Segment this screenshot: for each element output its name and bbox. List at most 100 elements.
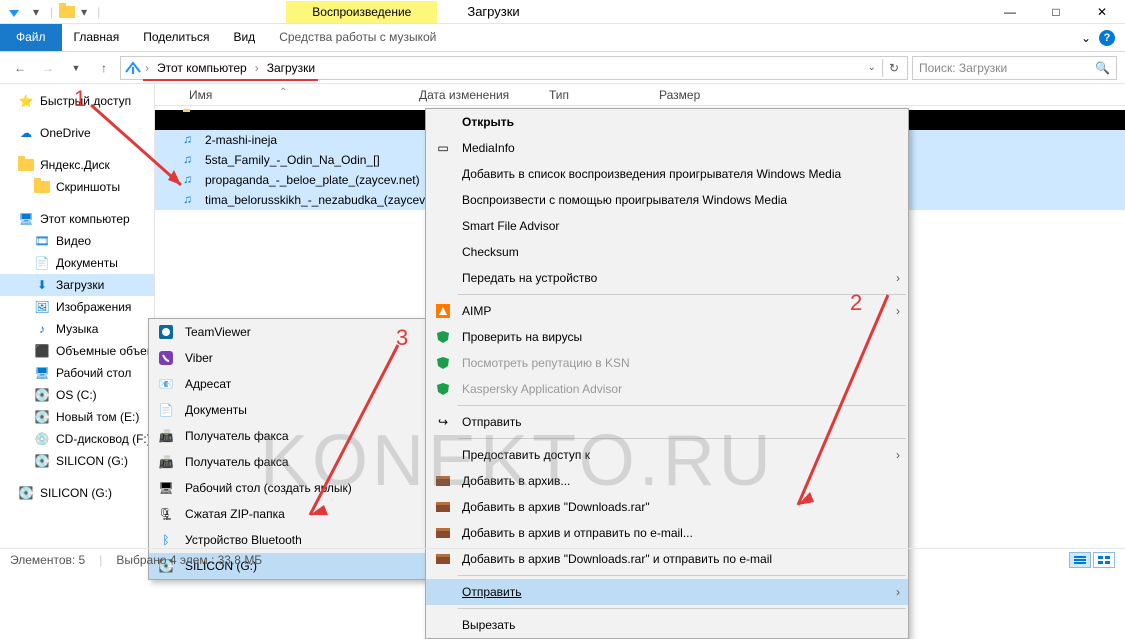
status-bar: Элементов: 5 | Выбрано 4 элем.: 33,8 МБ [0, 548, 1125, 570]
bluetooth-icon: ᛒ [157, 531, 175, 549]
annotation-3: 3 [396, 325, 408, 351]
sendto-zip[interactable]: 🗜Сжатая ZIP-папка [149, 501, 427, 527]
star-icon: ⭐ [18, 93, 34, 109]
annotation-underline [143, 79, 318, 81]
nav-music[interactable]: ♪Музыка [0, 318, 154, 340]
help-icon[interactable]: ? [1099, 30, 1115, 46]
nav-drive-e[interactable]: 💽Новый том (E:) [0, 406, 154, 428]
ctx-send-to[interactable]: Отправить› [426, 579, 908, 605]
tab-share[interactable]: Поделиться [131, 24, 221, 51]
nav-this-pc[interactable]: 🖥Этот компьютер [0, 208, 154, 230]
nav-cdrom[interactable]: 💿CD-дисковод (F:) [0, 428, 154, 450]
nav-downloads[interactable]: ⬇Загрузки [0, 274, 154, 296]
kaspersky-shield-icon [434, 380, 452, 398]
document-icon: 📄 [157, 401, 175, 419]
annotation-2: 2 [850, 290, 862, 316]
sendto-submenu: TeamViewer Viber 📧Адресат 📄Документы 📠По… [148, 318, 428, 580]
ctx-wmp-add[interactable]: Добавить в список воспроизведения проигр… [426, 161, 908, 187]
nav-yandex-disk[interactable]: Яндекс.Диск [0, 154, 154, 176]
up-button[interactable]: ↑ [92, 56, 116, 80]
submenu-arrow-icon: › [896, 271, 900, 285]
close-button[interactable]: ✕ [1079, 0, 1125, 24]
refresh-icon[interactable]: ↻ [889, 61, 899, 75]
audio-file-icon: ♫ [183, 152, 199, 168]
ribbon-collapse-icon[interactable]: ⌄ [1081, 31, 1091, 45]
forward-button[interactable]: → [36, 56, 60, 80]
qat-down-arrow-icon[interactable] [6, 4, 22, 20]
sendto-viber[interactable]: Viber [149, 345, 427, 371]
nav-screenshots[interactable]: Скриншоты [0, 176, 154, 198]
music-icon: ♪ [34, 321, 50, 337]
nav-drive-c[interactable]: 💽OS (C:) [0, 384, 154, 406]
recent-dropdown-icon[interactable]: ▼ [64, 56, 88, 80]
column-header-type[interactable]: Тип [539, 88, 649, 102]
nav-drive-g-root[interactable]: 💽SILICON (G:) [0, 482, 154, 504]
search-icon[interactable]: 🔍 [1095, 61, 1110, 75]
ctx-cut[interactable]: Вырезать [426, 612, 908, 638]
sendto-recipient[interactable]: 📧Адресат [149, 371, 427, 397]
maximize-button[interactable]: □ [1033, 0, 1079, 24]
breadcrumb-bar[interactable]: › Этот компьютер › Загрузки ⌄ ↻ [120, 56, 908, 80]
qat-folder-icon[interactable] [59, 4, 75, 20]
view-details-button[interactable] [1069, 552, 1091, 568]
breadcrumb-thispc[interactable]: Этот компьютер [153, 59, 251, 77]
minimize-button[interactable]: — [987, 0, 1033, 24]
ctx-aimp[interactable]: AIMP› [426, 298, 908, 324]
ctx-checksum[interactable]: Checksum [426, 239, 908, 265]
sendto-fax-1[interactable]: 📠Получатель факса [149, 423, 427, 449]
breadcrumb-sep-icon: › [145, 61, 149, 75]
back-button[interactable]: ← [8, 56, 32, 80]
nav-videos[interactable]: 🎞Видео [0, 230, 154, 252]
breadcrumb-downloads[interactable]: Загрузки [263, 59, 319, 77]
breadcrumb-sep-icon: › [255, 61, 259, 75]
nav-desktop[interactable]: 🖥Рабочий стол [0, 362, 154, 384]
ctx-smart-file-advisor[interactable]: Smart File Advisor [426, 213, 908, 239]
sendto-desktop-shortcut[interactable]: 🖥Рабочий стол (создать ярлык) [149, 475, 427, 501]
column-header-name[interactable]: Имя⌃ [179, 88, 409, 102]
nav-onedrive[interactable]: ☁OneDrive [0, 122, 154, 144]
tab-file[interactable]: Файл [0, 24, 62, 51]
sendto-documents[interactable]: 📄Документы [149, 397, 427, 423]
submenu-arrow-icon: › [896, 448, 900, 462]
search-input[interactable]: Поиск: Загрузки 🔍 [912, 56, 1117, 80]
ctx-grant-access[interactable]: Предоставить доступ к› [426, 442, 908, 468]
ctx-open[interactable]: Открыть [426, 109, 908, 135]
sendto-teamviewer[interactable]: TeamViewer [149, 319, 427, 345]
folder-icon [183, 112, 199, 128]
ctx-wmp-play[interactable]: Воспроизвести с помощью проигрывателя Wi… [426, 187, 908, 213]
window-title: Загрузки [467, 4, 519, 19]
ctx-share[interactable]: ↪Отправить [426, 409, 908, 435]
nav-images[interactable]: 🖼Изображения [0, 296, 154, 318]
ctx-cast-to-device[interactable]: Передать на устройство› [426, 265, 908, 291]
quick-access-toolbar: ▾ | ▾ | [0, 4, 106, 20]
audio-file-icon: ♫ [183, 192, 199, 208]
titlebar: ▾ | ▾ | Воспроизведение Загрузки — □ ✕ [0, 0, 1125, 24]
column-header-size[interactable]: Размер [649, 88, 729, 102]
nav-documents[interactable]: 📄Документы [0, 252, 154, 274]
tab-view[interactable]: Вид [221, 24, 267, 51]
tab-music-tools[interactable]: Средства работы с музыкой [267, 24, 448, 51]
nav-3d-objects[interactable]: ⬛Объемные объекты [0, 340, 154, 362]
nav-drive-g[interactable]: 💽SILICON (G:) [0, 450, 154, 472]
monitor-icon: 🖥 [18, 211, 34, 227]
audio-file-icon: ♫ [183, 132, 199, 148]
folder-icon [125, 60, 141, 76]
mediainfo-icon: ▭ [434, 139, 452, 157]
annotation-1: 1 [74, 86, 86, 112]
ctx-winrar-add[interactable]: Добавить в архив... [426, 468, 908, 494]
address-dropdown-icon[interactable]: ⌄ [868, 62, 876, 73]
ctx-mediainfo[interactable]: ▭MediaInfo [426, 135, 908, 161]
view-icons-button[interactable] [1093, 552, 1115, 568]
tab-home[interactable]: Главная [62, 24, 132, 51]
ctx-winrar-add-downloads[interactable]: Добавить в архив "Downloads.rar" [426, 494, 908, 520]
sendto-fax-2[interactable]: 📠Получатель факса [149, 449, 427, 475]
ctx-virus-check[interactable]: Проверить на вирусы [426, 324, 908, 350]
ctx-kaspersky-advisor[interactable]: Kaspersky Application Advisor [426, 376, 908, 402]
qat-dropdown-icon[interactable]: ▾ [28, 4, 44, 20]
ctx-winrar-email[interactable]: Добавить в архив и отправить по e-mail..… [426, 520, 908, 546]
status-selection: Выбрано 4 элем.: 33,8 МБ [116, 553, 262, 567]
winrar-icon [434, 524, 452, 542]
address-bar-row: ← → ▼ ↑ › Этот компьютер › Загрузки ⌄ ↻ … [0, 52, 1125, 84]
ctx-ksn-reputation[interactable]: Посмотреть репутацию в KSN [426, 350, 908, 376]
column-header-date[interactable]: Дата изменения [409, 88, 539, 102]
